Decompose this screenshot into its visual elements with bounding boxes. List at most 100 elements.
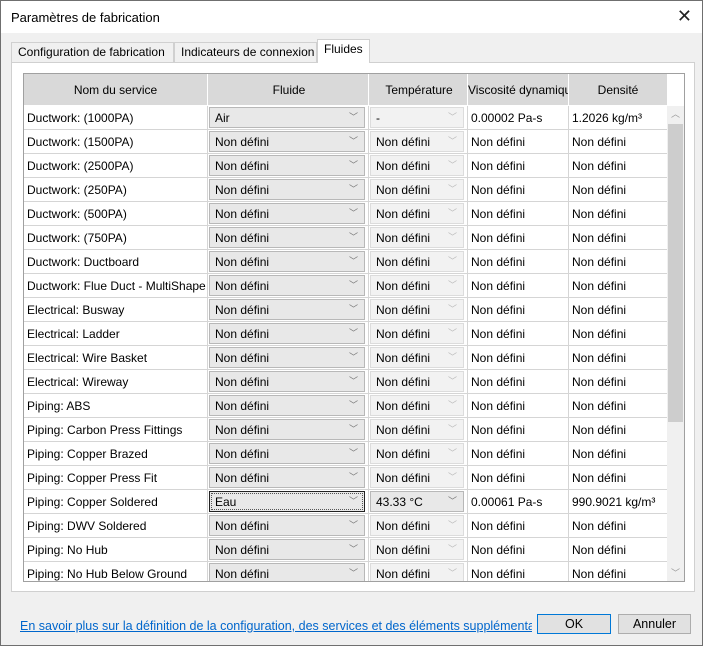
temperature-dropdown[interactable]: Non défini ﹀ <box>370 467 464 488</box>
temperature-dropdown[interactable]: Non défini ﹀ <box>370 179 464 200</box>
fluid-dropdown[interactable]: Non défini ﹀ <box>209 347 365 368</box>
temperature-cell: Non défini ﹀ <box>369 346 468 370</box>
scroll-down-icon[interactable]: ﹀ <box>667 565 684 581</box>
table-row[interactable]: Piping: No Hub Non défini ﹀ Non défini ﹀ Non … <box>24 538 668 562</box>
table-row[interactable]: Piping: DWV Soldered Non défini ﹀ Non défin… <box>24 514 668 538</box>
fluid-cell: Non défini ﹀ <box>208 370 369 394</box>
fluid-dropdown[interactable]: Non défini ﹀ <box>209 203 365 224</box>
table-row[interactable]: Ductwork: (1000PA) Air ﹀ - ﹀ 0.00002 Pa-s 1.20… <box>24 106 668 130</box>
table-row[interactable]: Piping: Carbon Press Fittings Non défini ﹀… <box>24 418 668 442</box>
temperature-dropdown[interactable]: Non défini ﹀ <box>370 131 464 152</box>
header-fluid[interactable]: Fluide <box>208 74 369 106</box>
temperature-dropdown[interactable]: Non défini ﹀ <box>370 563 464 581</box>
fluid-dropdown[interactable]: Non défini ﹀ <box>209 539 365 560</box>
fluid-dropdown[interactable]: Non défini ﹀ <box>209 515 365 536</box>
table-row[interactable]: Ductwork: Ductboard Non défini ﹀ Non défini… <box>24 250 668 274</box>
temperature-dropdown[interactable]: Non défini ﹀ <box>370 227 464 248</box>
temperature-dropdown[interactable]: Non défini ﹀ <box>370 203 464 224</box>
fluid-dropdown[interactable]: Non défini ﹀ <box>209 419 365 440</box>
vertical-scrollbar[interactable]: ︿ ﹀ <box>667 106 684 581</box>
fluid-dropdown[interactable]: Non défini ﹀ <box>209 179 365 200</box>
fluid-dropdown[interactable]: Air ﹀ <box>209 107 365 128</box>
fluid-value: Non défini <box>215 302 270 317</box>
help-link[interactable]: En savoir plus sur la définition de la c… <box>20 619 532 633</box>
chevron-down-icon: ﹀ <box>447 304 457 314</box>
fluid-dropdown[interactable]: Non défini ﹀ <box>209 299 365 320</box>
fluid-cell: Non défini ﹀ <box>208 226 369 250</box>
fluid-dropdown[interactable]: Non défini ﹀ <box>209 131 365 152</box>
scrollbar-thumb[interactable] <box>668 124 683 422</box>
table-row[interactable]: Piping: No Hub Below Ground Non défini ﹀ No… <box>24 562 668 581</box>
temperature-dropdown[interactable]: Non défini ﹀ <box>370 323 464 344</box>
table-row[interactable]: Piping: Copper Soldered Eau ﹀ 43.33 °C ﹀ 0.00… <box>24 490 668 514</box>
fluid-dropdown[interactable]: Eau ﹀ <box>209 491 365 512</box>
service-name: Electrical: Wire Basket <box>24 346 208 370</box>
table-row[interactable]: Electrical: Busway Non défini ﹀ Non défini ﹀… <box>24 298 668 322</box>
temperature-dropdown[interactable]: Non défini ﹀ <box>370 539 464 560</box>
tab-fluides[interactable]: Fluides <box>317 39 370 63</box>
fluid-dropdown[interactable]: Non défini ﹀ <box>209 227 365 248</box>
table-row[interactable]: Electrical: Wire Basket Non défini ﹀ Non dé… <box>24 346 668 370</box>
table-row[interactable]: Ductwork: (2500PA) Non défini ﹀ Non défini ﹀… <box>24 154 668 178</box>
table-row[interactable]: Piping: Copper Brazed Non défini ﹀ Non défi… <box>24 442 668 466</box>
table-row[interactable]: Ductwork: (1500PA) Non défini ﹀ Non défini ﹀… <box>24 130 668 154</box>
fluid-dropdown[interactable]: Non défini ﹀ <box>209 275 365 296</box>
table-row[interactable]: Piping: Copper Press Fit Non défini ﹀ Non d… <box>24 466 668 490</box>
table-row[interactable]: Electrical: Wireway Non défini ﹀ Non défini… <box>24 370 668 394</box>
fluid-value: Non défini <box>215 182 270 197</box>
temperature-cell: Non défini ﹀ <box>369 322 468 346</box>
fluid-dropdown[interactable]: Non défini ﹀ <box>209 563 365 581</box>
cancel-button[interactable]: Annuler <box>618 614 691 634</box>
fluid-dropdown[interactable]: Non défini ﹀ <box>209 443 365 464</box>
header-temperature[interactable]: Température <box>369 74 468 106</box>
temperature-dropdown[interactable]: Non défini ﹀ <box>370 347 464 368</box>
chevron-down-icon: ﹀ <box>348 544 358 554</box>
temperature-value: Non défini <box>376 350 431 365</box>
fluid-dropdown[interactable]: Non défini ﹀ <box>209 371 365 392</box>
header-service[interactable]: Nom du service <box>24 74 208 106</box>
service-name: Ductwork: (2500PA) <box>24 154 208 178</box>
fluid-value: Non défini <box>215 422 270 437</box>
header-viscosity[interactable]: Viscosité dynamique <box>468 74 569 106</box>
header-density[interactable]: Densité <box>569 74 668 106</box>
viscosity-value: Non défini <box>468 442 569 466</box>
temperature-value: Non défini <box>376 182 431 197</box>
table-row[interactable]: Ductwork: (250PA) Non défini ﹀ Non défini ﹀ N… <box>24 178 668 202</box>
temperature-dropdown[interactable]: Non défini ﹀ <box>370 299 464 320</box>
temperature-dropdown[interactable]: Non défini ﹀ <box>370 251 464 272</box>
temperature-dropdown[interactable]: Non défini ﹀ <box>370 515 464 536</box>
close-icon[interactable]: ✕ <box>677 6 692 27</box>
temperature-dropdown[interactable]: Non défini ﹀ <box>370 395 464 416</box>
ok-button[interactable]: OK <box>537 614 611 634</box>
table-row[interactable]: Electrical: Ladder Non défini ﹀ Non défini ﹀… <box>24 322 668 346</box>
tab-configuration[interactable]: Configuration de fabrication <box>11 42 174 62</box>
temperature-dropdown[interactable]: Non défini ﹀ <box>370 275 464 296</box>
temperature-cell: Non défini ﹀ <box>369 442 468 466</box>
fluid-value: Non défini <box>215 566 270 581</box>
scroll-up-icon[interactable]: ︿ <box>667 106 684 123</box>
grid-header: Nom du service Fluide Température Viscos… <box>24 74 668 106</box>
chevron-down-icon: ﹀ <box>348 256 358 266</box>
table-row[interactable]: Ductwork: (750PA) Non défini ﹀ Non défini ﹀ N… <box>24 226 668 250</box>
fluid-dropdown[interactable]: Non défini ﹀ <box>209 251 365 272</box>
temperature-dropdown[interactable]: 43.33 °C ﹀ <box>370 491 464 512</box>
temperature-dropdown[interactable]: Non défini ﹀ <box>370 419 464 440</box>
fluid-dropdown[interactable]: Non défini ﹀ <box>209 395 365 416</box>
chevron-down-icon: ﹀ <box>447 208 457 218</box>
temperature-dropdown[interactable]: Non défini ﹀ <box>370 155 464 176</box>
fluid-dropdown[interactable]: Non défini ﹀ <box>209 467 365 488</box>
temperature-cell: Non défini ﹀ <box>369 562 468 581</box>
temperature-dropdown[interactable]: - ﹀ <box>370 107 464 128</box>
fluid-dropdown[interactable]: Non défini ﹀ <box>209 323 365 344</box>
table-row[interactable]: Ductwork: Flue Duct - MultiShape Non défi… <box>24 274 668 298</box>
table-row[interactable]: Piping: ABS Non défini ﹀ Non défini ﹀ Non déf… <box>24 394 668 418</box>
tab-label: Configuration de fabrication <box>18 45 165 59</box>
tab-connexion[interactable]: Indicateurs de connexion <box>174 42 317 62</box>
fluid-dropdown[interactable]: Non défini ﹀ <box>209 155 365 176</box>
density-value: Non défini <box>569 202 668 226</box>
grid-rows: Ductwork: (1000PA) Air ﹀ - ﹀ 0.00002 Pa-s 1.20… <box>24 106 668 581</box>
temperature-dropdown[interactable]: Non défini ﹀ <box>370 371 464 392</box>
table-row[interactable]: Ductwork: (500PA) Non défini ﹀ Non défini ﹀ N… <box>24 202 668 226</box>
chevron-down-icon: ﹀ <box>348 496 358 506</box>
temperature-dropdown[interactable]: Non défini ﹀ <box>370 443 464 464</box>
